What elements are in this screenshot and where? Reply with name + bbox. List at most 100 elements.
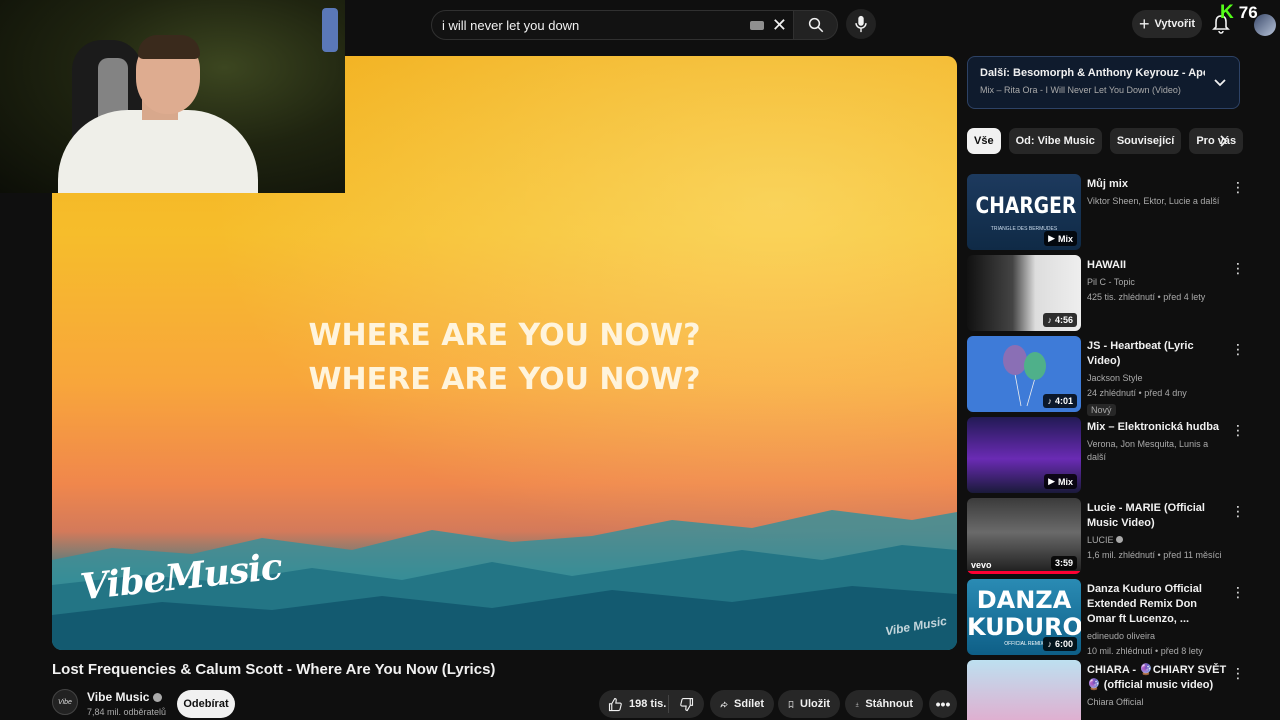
more-vert-icon[interactable]: ⋮: [1231, 180, 1245, 194]
rec-channel: Pil C - Topic: [1087, 277, 1135, 287]
list-item[interactable]: CHARGER TRIANGLE DES BERMUDES ▶ Mix Můj m…: [967, 174, 1247, 255]
rec-channel: Verona, Jon Mesquita, Lunis a další: [1087, 439, 1209, 462]
rec-title[interactable]: Mix – Elektronická hudba: [1087, 420, 1227, 435]
search-button[interactable]: [794, 10, 838, 40]
filter-chips: Vše Od: Vibe Music Související Pro vás: [967, 128, 1244, 154]
rec-channel: Jackson Style: [1087, 373, 1143, 383]
share-button[interactable]: Sdílet: [710, 690, 774, 718]
download-button[interactable]: Stáhnout: [845, 690, 923, 718]
thumbs-down-icon: [680, 697, 694, 711]
watch-progress-bar: [967, 571, 1081, 574]
up-next-panel[interactable]: Další: Besomorph & Anthony Keyrouz - Apo…: [967, 56, 1240, 109]
music-note-icon: ♪: [1047, 639, 1052, 649]
rec-title[interactable]: HAWAII: [1087, 258, 1227, 273]
clear-search-icon[interactable]: ✕: [772, 16, 787, 34]
search-input[interactable]: i will never let you down ✕: [431, 10, 794, 40]
list-item[interactable]: vevo 3:59 Lucie - MARIE (Official Music …: [967, 498, 1247, 579]
recommendation-list: CHARGER TRIANGLE DES BERMUDES ▶ Mix Můj m…: [967, 174, 1247, 720]
chevron-right-icon[interactable]: [1216, 134, 1230, 148]
channel-avatar[interactable]: Vibe: [52, 689, 78, 715]
badge-text: Mix: [1057, 233, 1073, 244]
channel-name[interactable]: Vibe Music: [87, 690, 163, 704]
chip-related[interactable]: Související: [1109, 128, 1182, 154]
download-label: Stáhnout: [865, 698, 913, 710]
chip-all[interactable]: Vše: [967, 128, 1001, 154]
chip-from-channel[interactable]: Od: Vibe Music: [1008, 128, 1102, 154]
video-title: Lost Frequencies & Calum Scott - Where A…: [52, 661, 496, 678]
more-actions-button[interactable]: •••: [929, 690, 957, 718]
kick-logo-icon: K: [1220, 2, 1234, 23]
rec-channel-text: LUCIE: [1087, 535, 1114, 545]
dislike-button[interactable]: [669, 697, 704, 712]
rec-title[interactable]: Lucie - MARIE (Official Music Video): [1087, 501, 1227, 531]
duration-badge: ♪ 4:56: [1043, 313, 1077, 327]
lyrics-overlay: WHERE ARE YOU NOW? WHERE ARE YOU NOW?: [52, 314, 957, 402]
more-vert-icon[interactable]: ⋮: [1231, 666, 1245, 680]
search-query[interactable]: i will never let you down: [442, 18, 750, 33]
video-thumbnail[interactable]: [967, 660, 1081, 720]
more-vert-icon[interactable]: ⋮: [1231, 423, 1245, 437]
rec-title[interactable]: Danza Kuduro Official Extended Remix Don…: [1087, 582, 1227, 627]
subscriber-count: 7,84 mil. odběratelů: [87, 707, 167, 717]
plus-icon: +: [1138, 14, 1150, 34]
webcam-overlay: [0, 0, 345, 193]
music-note-icon: ♪: [1047, 315, 1052, 325]
more-vert-icon[interactable]: ⋮: [1231, 585, 1245, 599]
rec-title[interactable]: Můj mix: [1087, 177, 1227, 192]
badge-text: 4:56: [1054, 315, 1073, 325]
list-item[interactable]: CHIARA - 🔮CHIARY SVĚT🔮 (official music v…: [967, 660, 1247, 720]
rec-title[interactable]: JS - Heartbeat (Lyric Video): [1087, 339, 1227, 369]
rec-channel: Chiara Official: [1087, 697, 1144, 707]
channel-name-text[interactable]: Vibe Music: [87, 690, 149, 704]
webcam-person-shirt: [58, 110, 258, 193]
rec-views: 10 mil. zhlédnutí • před 8 lety: [1087, 646, 1203, 656]
video-thumbnail[interactable]: DANZA KUDURO OFFICIAL REMIX ♪ 6:00: [967, 579, 1081, 655]
mix-badge: ▶ Mix: [1044, 474, 1077, 489]
rec-title[interactable]: CHIARA - 🔮CHIARY SVĚT🔮 (official music v…: [1087, 663, 1227, 693]
video-thumbnail[interactable]: CHARGER TRIANGLE DES BERMUDES ▶ Mix: [967, 174, 1081, 250]
rec-views: 425 tis. zhlédnutí • před 4 lety: [1087, 292, 1206, 302]
up-next-subtitle: Mix – Rita Ora - I Will Never Let You Do…: [980, 85, 1181, 95]
account-avatar[interactable]: [1254, 14, 1276, 36]
more-vert-icon[interactable]: ⋮: [1231, 261, 1245, 275]
more-dots-icon: •••: [935, 696, 951, 712]
lyrics-line-2: WHERE ARE YOU NOW?: [308, 362, 701, 397]
save-button[interactable]: Uložit: [778, 690, 840, 718]
chevron-down-icon[interactable]: [1213, 75, 1227, 89]
create-button[interactable]: + Vytvořit: [1132, 10, 1202, 38]
keyboard-icon[interactable]: [749, 20, 764, 30]
voice-search-button[interactable]: [846, 9, 876, 39]
subscribe-button[interactable]: Odebírat: [177, 690, 235, 718]
list-item[interactable]: ♪ 4:01 JS - Heartbeat (Lyric Video) Jacks…: [967, 336, 1247, 417]
more-vert-icon[interactable]: ⋮: [1231, 504, 1245, 518]
webcam-person-hair: [138, 35, 200, 59]
save-label: Uložit: [800, 698, 830, 710]
more-vert-icon[interactable]: ⋮: [1231, 342, 1245, 356]
list-item[interactable]: DANZA KUDURO OFFICIAL REMIX ♪ 6:00 Danza …: [967, 579, 1247, 660]
like-button[interactable]: 198 tis.: [599, 695, 669, 713]
vevo-logo: vevo: [971, 560, 992, 570]
duration-badge: ♪ 4:01: [1043, 394, 1077, 408]
rec-channel: edineudo oliveira: [1087, 631, 1156, 641]
search-icon: [808, 17, 823, 33]
new-badge: Nový: [1087, 404, 1116, 416]
list-item[interactable]: ♪ 4:56 HAWAII Pil C - Topic 425 tis. zhlé…: [967, 255, 1247, 336]
thumbs-up-icon: [608, 697, 622, 711]
list-item[interactable]: ▶ Mix Mix – Elektronická hudba Verona, Jo…: [967, 417, 1247, 498]
webcam-bottle: [322, 8, 338, 52]
rec-views: 1,6 mil. zhlédnutí • před 11 měsíci: [1087, 550, 1222, 560]
badge-text: Mix: [1057, 476, 1073, 487]
share-label: Sdílet: [734, 698, 764, 710]
like-count: 198 tis.: [629, 698, 667, 710]
mix-badge: ▶ Mix: [1044, 231, 1077, 246]
kick-viewer-badge: K 76: [1220, 2, 1258, 24]
mic-icon: [855, 15, 867, 33]
up-next-title: Další: Besomorph & Anthony Keyrouz - Apo…: [980, 67, 1205, 79]
video-thumbnail[interactable]: ♪ 4:01: [967, 336, 1081, 412]
create-label: Vytvořit: [1154, 18, 1196, 30]
thumbnail-text: DANZA KUDURO: [967, 586, 1081, 641]
video-thumbnail[interactable]: vevo 3:59: [967, 498, 1081, 574]
video-thumbnail[interactable]: ▶ Mix: [967, 417, 1081, 493]
verified-icon: [153, 692, 163, 702]
video-thumbnail[interactable]: ♪ 4:56: [967, 255, 1081, 331]
